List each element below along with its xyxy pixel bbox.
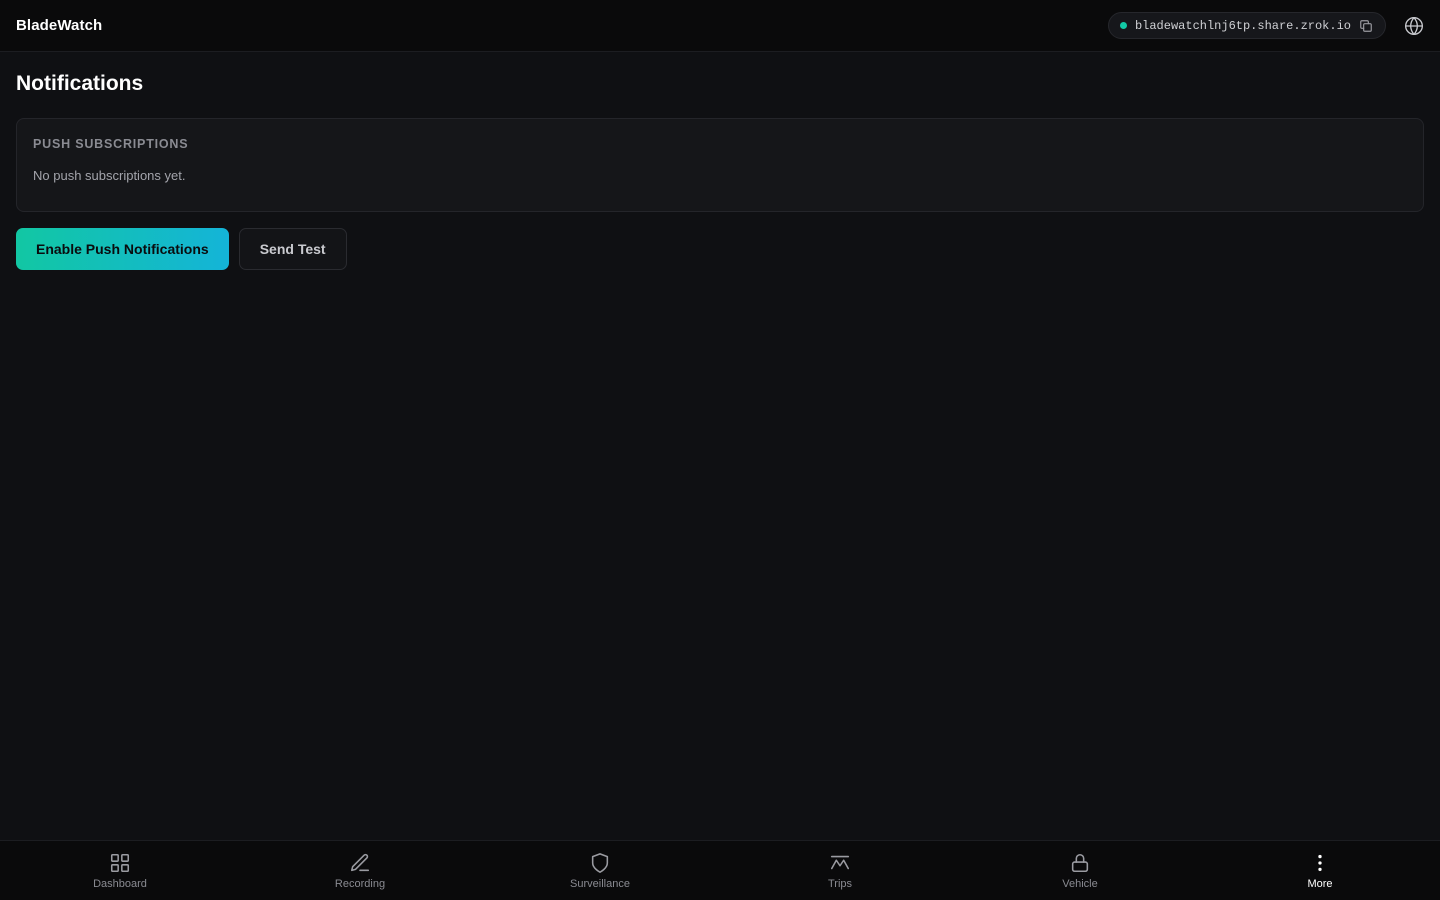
push-subscriptions-heading: PUSH SUBSCRIPTIONS: [33, 137, 189, 151]
nav-item-vehicle[interactable]: Vehicle: [960, 841, 1200, 900]
nav-item-surveillance[interactable]: Surveillance: [480, 841, 720, 900]
top-bar: BladeWatch bladewatchlnj6tp.share.zrok.i…: [0, 0, 1440, 52]
copy-icon[interactable]: [1359, 19, 1373, 33]
bottom-navigation: Dashboard Recording Surveillance Trips V…: [0, 840, 1440, 900]
app-brand[interactable]: BladeWatch: [16, 17, 102, 34]
nav-label-vehicle: Vehicle: [1062, 877, 1098, 890]
topbar-actions: bladewatchlnj6tp.share.zrok.io: [1107, 12, 1424, 39]
nav-label-dashboard: Dashboard: [93, 877, 147, 890]
lock-icon: [1069, 852, 1091, 874]
send-test-button[interactable]: Send Test: [238, 228, 347, 270]
pencil-icon: [349, 852, 371, 874]
nav-label-surveillance: Surveillance: [570, 877, 630, 890]
more-vertical-icon: [1309, 852, 1331, 874]
nav-label-more: More: [1307, 877, 1333, 890]
share-url-pill[interactable]: bladewatchlnj6tp.share.zrok.io: [1107, 12, 1386, 39]
nav-item-recording[interactable]: Recording: [240, 841, 480, 900]
push-subscriptions-card: PUSH SUBSCRIPTIONS No push subscriptions…: [16, 118, 1424, 212]
nav-item-dashboard[interactable]: Dashboard: [0, 841, 240, 900]
connection-status-dot: [1119, 22, 1127, 29]
notification-actions: Enable Push Notifications Send Test: [16, 228, 347, 270]
nav-item-trips[interactable]: Trips: [720, 841, 960, 900]
enable-push-notifications-button[interactable]: Enable Push Notifications: [16, 228, 229, 270]
globe-icon[interactable]: [1404, 16, 1424, 36]
share-url-text: bladewatchlnj6tp.share.zrok.io: [1134, 18, 1351, 33]
nav-label-trips: Trips: [827, 877, 853, 890]
nav-label-recording: Recording: [334, 877, 386, 890]
page-title: Notifications: [16, 72, 144, 95]
shield-icon: [589, 852, 611, 874]
route-icon: [829, 852, 851, 874]
nav-item-more[interactable]: More: [1200, 841, 1440, 900]
empty-subscriptions-message: No push subscriptions yet.: [33, 168, 186, 183]
grid-icon: [109, 852, 131, 874]
